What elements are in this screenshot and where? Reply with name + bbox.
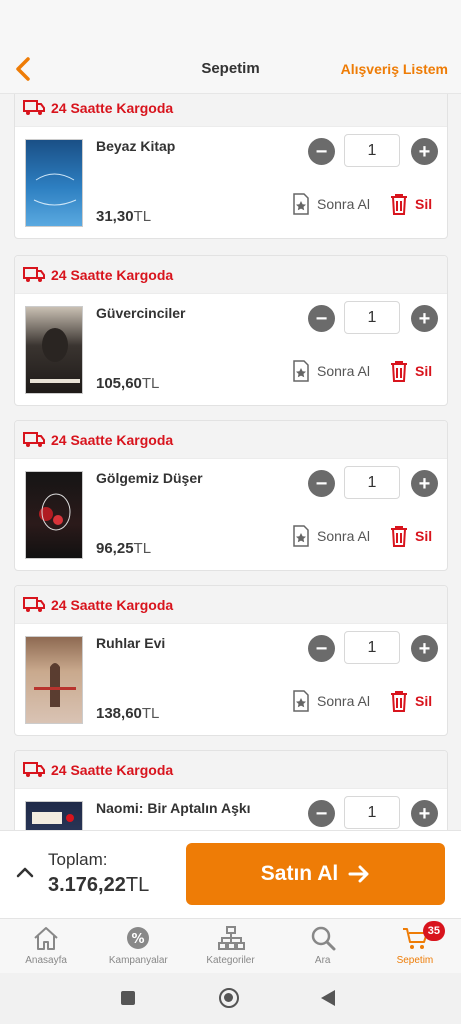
quantity-stepper: − 1 + (308, 466, 438, 500)
app-header: Sepetim Alışveriş Listem (0, 44, 461, 94)
bookmark-star-icon (293, 525, 309, 547)
tab-campaigns[interactable]: % Kampanyalar (92, 919, 184, 973)
chevron-up-icon[interactable] (16, 865, 34, 879)
save-for-later-button[interactable]: Sonra Al (291, 360, 370, 382)
item-price: 105,60TL (96, 375, 160, 392)
system-back-icon[interactable] (321, 990, 335, 1006)
svg-text:%: % (132, 932, 145, 947)
shipping-banner: 24 Saatte Kargoda (15, 256, 447, 294)
item-price: 138,60TL (96, 705, 160, 722)
search-icon (311, 926, 336, 951)
item-price: 31,30TL (96, 208, 152, 225)
book-cover[interactable] (25, 636, 83, 724)
decrease-quantity-button[interactable]: − (308, 635, 335, 662)
fast-delivery-icon (23, 761, 45, 777)
book-title[interactable]: Naomi: Bir Aptalın Aşkı (96, 800, 251, 816)
fast-delivery-icon (23, 596, 45, 612)
tab-search[interactable]: Ara (277, 919, 369, 973)
delete-item-button[interactable]: Sil (389, 690, 432, 712)
quantity-stepper: − 1 + (308, 631, 438, 665)
cart-item: 24 Saatte Kargoda Naomi: Bir Aptalın Aşk… (14, 750, 448, 830)
shipping-banner: 24 Saatte Kargoda (15, 94, 447, 127)
trash-icon (391, 361, 407, 382)
save-for-later-button[interactable]: Sonra Al (291, 525, 370, 547)
increase-quantity-button[interactable]: + (411, 138, 438, 165)
total-amount: 3.176,22TL (48, 874, 150, 896)
system-navigation-bar (0, 973, 461, 1024)
quantity-stepper: − 1 + (308, 301, 438, 335)
quantity-field[interactable]: 1 (344, 301, 400, 334)
book-cover[interactable] (25, 801, 83, 830)
save-for-later-button[interactable]: Sonra Al (291, 690, 370, 712)
increase-quantity-button[interactable]: + (411, 800, 438, 827)
quantity-field[interactable]: 1 (344, 134, 400, 167)
item-price: 96,25TL (96, 540, 152, 557)
cart-item: 24 Saatte Kargoda Beyaz Kitap − 1 + 31,3… (14, 94, 448, 239)
status-bar (0, 0, 461, 44)
fast-delivery-icon (23, 266, 45, 282)
trash-icon (391, 194, 407, 215)
increase-quantity-button[interactable]: + (411, 305, 438, 332)
increase-quantity-button[interactable]: + (411, 635, 438, 662)
buy-button[interactable]: Satın Al (186, 843, 445, 905)
bookmark-star-icon (293, 193, 309, 215)
tab-home[interactable]: Anasayfa (0, 919, 92, 973)
home-icon (34, 927, 58, 950)
shipping-label: 24 Saatte Kargoda (51, 99, 174, 116)
decrease-quantity-button[interactable]: − (308, 800, 335, 827)
cart-item: 24 Saatte Kargoda Ruhlar Evi − 1 + 138,6… (14, 585, 448, 736)
save-for-later-button[interactable]: Sonra Al (291, 193, 370, 215)
arrow-right-icon (348, 865, 369, 883)
book-cover[interactable] (25, 306, 83, 394)
delete-item-button[interactable]: Sil (389, 360, 432, 382)
book-title[interactable]: Güvercinciler (96, 305, 186, 321)
tab-cart[interactable]: 35 Sepetim (369, 919, 461, 973)
home-button-icon[interactable] (219, 988, 239, 1008)
bookmark-star-icon (293, 690, 309, 712)
recent-apps-icon[interactable] (121, 991, 135, 1005)
shipping-label: 24 Saatte Kargoda (51, 431, 174, 448)
shipping-banner: 24 Saatte Kargoda (15, 751, 447, 789)
fast-delivery-icon (23, 431, 45, 447)
quantity-field[interactable]: 1 (344, 466, 400, 499)
fast-delivery-icon (23, 99, 45, 115)
increase-quantity-button[interactable]: + (411, 470, 438, 497)
shipping-label: 24 Saatte Kargoda (51, 596, 174, 613)
decrease-quantity-button[interactable]: − (308, 138, 335, 165)
decrease-quantity-button[interactable]: − (308, 470, 335, 497)
shipping-label: 24 Saatte Kargoda (51, 266, 174, 283)
shipping-banner: 24 Saatte Kargoda (15, 421, 447, 459)
book-title[interactable]: Ruhlar Evi (96, 635, 165, 651)
book-cover[interactable] (25, 471, 83, 559)
book-cover[interactable] (25, 139, 83, 227)
quantity-field[interactable]: 1 (344, 631, 400, 664)
quantity-stepper: − 1 + (308, 796, 438, 830)
cart-count-badge: 35 (422, 921, 445, 941)
quantity-stepper: − 1 + (308, 134, 438, 168)
cart-item: 24 Saatte Kargoda Gölgemiz Düşer − 1 + 9… (14, 420, 448, 571)
total-label: Toplam: (48, 850, 108, 869)
shipping-banner: 24 Saatte Kargoda (15, 586, 447, 624)
checkout-bar: Toplam: 3.176,22TL Satın Al (0, 830, 461, 918)
cart-item-list[interactable]: 24 Saatte Kargoda Beyaz Kitap − 1 + 31,3… (0, 94, 461, 830)
bottom-tab-bar: Anasayfa % Kampanyalar Kategoriler Ara 3… (0, 918, 461, 973)
shopping-list-link[interactable]: Alışveriş Listem (341, 61, 448, 77)
categories-icon (217, 926, 245, 950)
delete-item-button[interactable]: Sil (389, 193, 432, 215)
trash-icon (391, 526, 407, 547)
book-title[interactable]: Gölgemiz Düşer (96, 470, 203, 486)
quantity-field[interactable]: 1 (344, 796, 400, 829)
decrease-quantity-button[interactable]: − (308, 305, 335, 332)
trash-icon (391, 691, 407, 712)
tab-categories[interactable]: Kategoriler (184, 919, 276, 973)
shipping-label: 24 Saatte Kargoda (51, 761, 174, 778)
discount-icon: % (127, 927, 150, 949)
bookmark-star-icon (293, 360, 309, 382)
delete-item-button[interactable]: Sil (389, 525, 432, 547)
book-title[interactable]: Beyaz Kitap (96, 138, 175, 154)
cart-item: 24 Saatte Kargoda Güvercinciler − 1 + 10… (14, 255, 448, 406)
